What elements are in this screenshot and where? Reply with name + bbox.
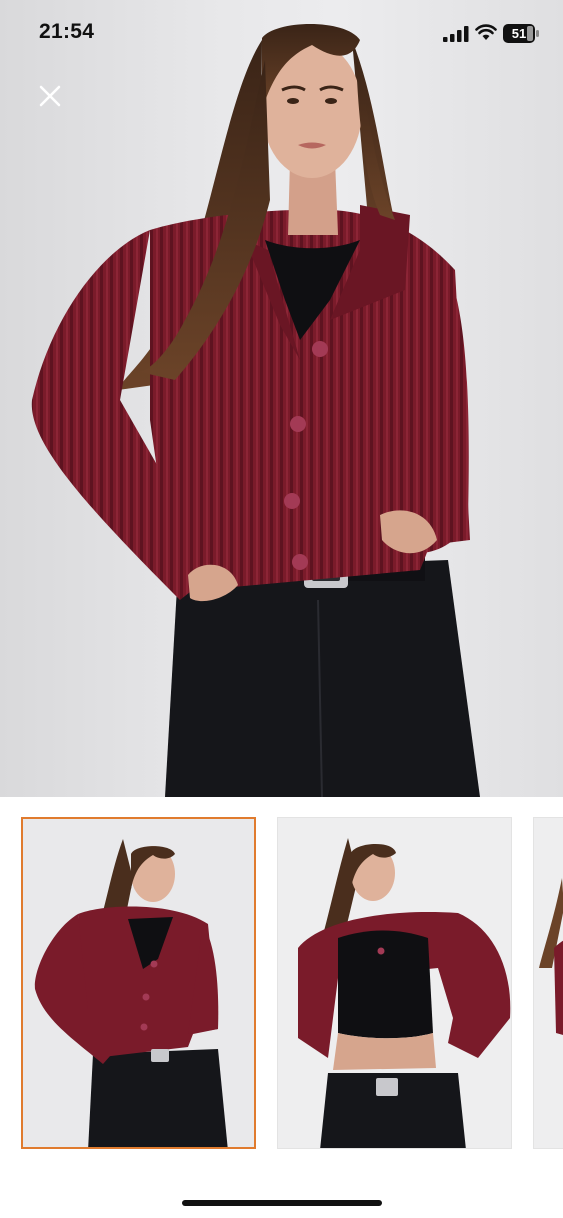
thumbnail-2[interactable]: [277, 817, 512, 1149]
thumbnail-1[interactable]: [21, 817, 256, 1149]
status-bar: 21:54 51: [0, 0, 563, 70]
thumbnail-strip[interactable]: [0, 797, 563, 1177]
product-main-image[interactable]: [0, 0, 563, 797]
thumbnail-3[interactable]: [533, 817, 563, 1149]
home-indicator: [182, 1200, 382, 1206]
signal-icon: [443, 26, 469, 42]
close-button[interactable]: [34, 80, 66, 112]
wifi-icon: [475, 24, 497, 40]
battery-level: 51: [511, 26, 527, 41]
battery-icon: 51: [503, 24, 539, 43]
close-icon: [39, 85, 61, 107]
status-time: 21:54: [39, 20, 95, 43]
